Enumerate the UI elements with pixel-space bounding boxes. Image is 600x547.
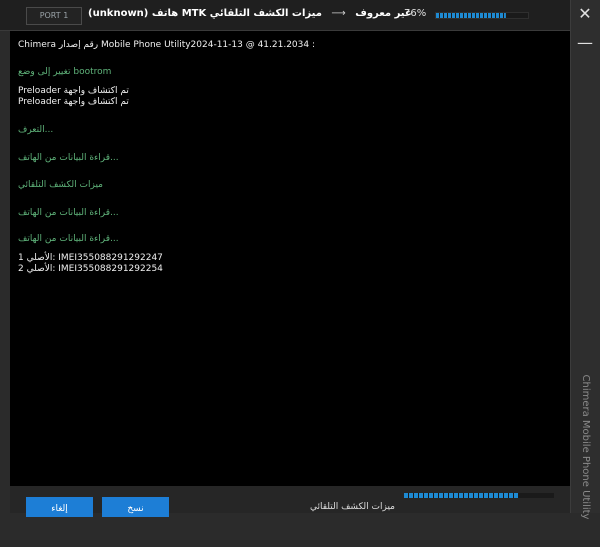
job-title: (unknown) هاتف MTK غير معروف ⟶ ميزات الك… — [88, 8, 412, 24]
log-line-preloader-2: Preloader تم اكتشاف واجهة — [18, 97, 129, 107]
log-line-read-2: قراءة البيانات من الهاتف... — [18, 208, 119, 218]
log-line-imei-2: الأصلي 2: IMEI355088291292254 — [18, 264, 163, 274]
log-line-imei-1: الأصلي 1: IMEI355088291292247 — [18, 253, 163, 263]
close-icon[interactable]: ✕ — [574, 4, 596, 24]
footer-bar — [10, 486, 570, 513]
status-text: ميزات الكشف التلقائي — [310, 502, 395, 512]
port-button[interactable]: PORT 1 — [26, 7, 82, 25]
progress-percent: 76% — [404, 8, 427, 19]
log-panel: Chimera رقم إصدار Mobile Phone Utility20… — [10, 31, 570, 486]
progress-bar — [435, 12, 529, 19]
copy-button[interactable]: نسخ — [102, 497, 169, 517]
log-line-read-1: قراءة البيانات من الهاتف... — [18, 153, 119, 163]
log-line-identify: التعرف... — [18, 125, 54, 135]
cancel-button[interactable]: إلغاء — [26, 497, 93, 517]
app-vertical-label: Chimera Mobile Phone Utility — [580, 374, 591, 520]
log-line-autodetect: ميزات الكشف التلقائي — [18, 180, 103, 190]
minimize-icon[interactable]: — — [574, 35, 596, 51]
log-line-read-3: قراءة البيانات من الهاتف... — [18, 234, 119, 244]
arrow-icon: ⟶ — [331, 8, 346, 19]
footer-progress-bar — [404, 493, 554, 498]
operation-label: ميزات الكشف التلقائي — [209, 8, 322, 19]
log-line-bootrom: تغيير إلى وضع bootrom — [18, 67, 112, 77]
log-line-preloader-1: Preloader تم اكتشاف واجهة — [18, 86, 129, 96]
log-line-version: Chimera رقم إصدار Mobile Phone Utility20… — [18, 40, 315, 50]
